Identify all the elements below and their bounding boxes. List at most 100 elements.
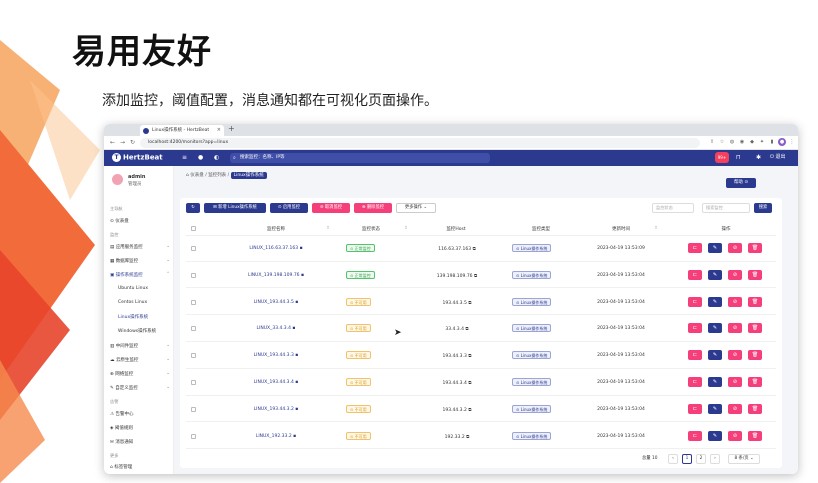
row-checkbox[interactable]: [191, 246, 196, 251]
row-checkbox[interactable]: [191, 353, 196, 359]
row-checkbox[interactable]: [191, 326, 196, 332]
edit-name-icon[interactable]: ▪: [295, 380, 298, 385]
disable-row-button[interactable]: ⊘: [728, 350, 742, 361]
sidebar-item-windows[interactable]: Windows操作系统: [118, 328, 178, 334]
cancel-row-button[interactable]: ⊏: [688, 403, 702, 414]
sidebar-item-app-monitor[interactable]: ▤ 应用服务监控 ⌄: [110, 244, 170, 250]
puzzle-icon[interactable]: ✦: [758, 138, 766, 146]
reload-icon[interactable]: ↻: [130, 139, 135, 146]
lock-icon[interactable]: ⊓: [736, 154, 741, 161]
status-filter-select[interactable]: 监控状态: [652, 203, 694, 213]
delete-row-button[interactable]: 🗑: [748, 377, 762, 387]
sidebar-item-middleware[interactable]: ▥ 中间件监控 ⌄: [110, 343, 170, 349]
logout-button[interactable]: ⏻ 退出: [770, 153, 786, 160]
extension-icon[interactable]: ◆: [748, 138, 756, 146]
page-2-button[interactable]: 2: [696, 454, 706, 464]
settings-gear-icon[interactable]: ✱: [756, 154, 761, 161]
row-checkbox[interactable]: [191, 406, 196, 412]
monitor-name-link[interactable]: LINUX_116.63.37.163 ▪: [226, 246, 326, 251]
cancel-row-button[interactable]: ⊏: [688, 243, 702, 253]
monitor-name-link[interactable]: LINUX_193.44.3.3 ▪: [226, 353, 326, 358]
copy-icon[interactable]: ⧉: [474, 274, 477, 279]
forward-icon[interactable]: →: [120, 139, 125, 146]
delete-row-button[interactable]: 🗑: [748, 403, 762, 414]
copy-icon[interactable]: ⧉: [465, 327, 468, 332]
delete-row-button[interactable]: 🗑: [748, 323, 762, 334]
copy-icon[interactable]: ⧉: [468, 381, 471, 386]
profile-avatar[interactable]: ●: [778, 138, 786, 146]
disable-row-button[interactable]: ⊘: [728, 269, 742, 280]
sidebar-item-db-monitor[interactable]: ▦ 数据库监控 ⌄: [110, 258, 170, 264]
select-all-checkbox[interactable]: [191, 226, 196, 231]
copy-icon[interactable]: ⧉: [468, 408, 471, 413]
monitor-name-link[interactable]: LINUX_33.4.3.4 ▪: [226, 326, 326, 331]
menu-toggle-icon[interactable]: ≡: [182, 154, 187, 161]
row-checkbox[interactable]: [191, 433, 196, 439]
disable-row-button[interactable]: ⊘: [728, 296, 742, 307]
refresh-button[interactable]: ↻: [186, 203, 200, 213]
disable-row-button[interactable]: ⊘: [728, 403, 742, 414]
monitor-name-link[interactable]: LINUX_193.44.3.2 ▪: [226, 407, 326, 412]
sort-icon[interactable]: ⇕: [404, 226, 408, 231]
sidebar-item-threshold[interactable]: ◈ 阈值规则: [110, 425, 170, 431]
wechat-icon[interactable]: ◐: [214, 154, 219, 161]
close-tab-icon[interactable]: ×: [217, 125, 221, 136]
delete-row-button[interactable]: 🗑: [748, 296, 762, 307]
column-header[interactable]: 更新时间: [586, 226, 656, 232]
sidebar-item-dashboard[interactable]: ⊙ 仪表盘: [110, 218, 170, 224]
cancel-row-button[interactable]: ⊏: [688, 350, 702, 361]
row-checkbox[interactable]: [191, 380, 196, 385]
page-1-button[interactable]: 1: [682, 454, 692, 464]
row-checkbox[interactable]: [191, 272, 196, 278]
back-icon[interactable]: ←: [110, 139, 115, 146]
bookmark-star-icon[interactable]: ☆: [718, 138, 726, 146]
sidebar-item-linux[interactable]: Linux操作系统: [118, 314, 178, 320]
sidebar-item-notify[interactable]: ✉ 消息通知: [110, 439, 170, 445]
copy-icon[interactable]: ⧉: [473, 247, 476, 252]
monitor-name-link[interactable]: LINUX_193.44.3.4 ▪: [226, 380, 326, 385]
edit-row-button[interactable]: ✎: [708, 269, 722, 280]
sort-icon[interactable]: ⇕: [654, 226, 658, 231]
url-field[interactable]: localhost:4200/monitors?app=linux: [140, 138, 700, 148]
share-icon[interactable]: ⇪: [708, 138, 716, 146]
edit-row-button[interactable]: ✎: [708, 296, 722, 307]
disable-row-button[interactable]: ⊘: [728, 243, 742, 253]
cancel-row-button[interactable]: ⊏: [688, 377, 702, 387]
breadcrumb-list[interactable]: 监控列表: [208, 173, 226, 178]
new-tab-button[interactable]: +: [228, 124, 235, 133]
delete-row-button[interactable]: 🗑: [748, 269, 762, 280]
cancel-row-button[interactable]: ⊏: [688, 269, 702, 280]
edit-row-button[interactable]: ✎: [708, 377, 722, 387]
edit-name-icon[interactable]: ▪: [295, 353, 298, 358]
sidepanel-icon[interactable]: ▮: [768, 138, 776, 146]
menu-kebab-icon[interactable]: ⋮: [788, 138, 796, 146]
delete-row-button[interactable]: 🗑: [748, 350, 762, 361]
sidebar-item-centos[interactable]: Centos Linux: [118, 300, 178, 305]
delete-row-button[interactable]: 🗑: [748, 430, 762, 441]
sidebar-item-custom[interactable]: ✎ 自定义监控 ⌄: [110, 385, 170, 391]
sidebar-item-os-monitor[interactable]: ▣ 操作系统监控 ⌃: [110, 272, 170, 278]
edit-name-icon[interactable]: ▪: [301, 273, 304, 278]
edit-row-button[interactable]: ✎: [708, 243, 722, 253]
column-header[interactable]: 监控名称: [246, 226, 306, 232]
browser-tab[interactable]: Linux操作系统 - HertzBeat ×: [140, 125, 224, 136]
edit-row-button[interactable]: ✎: [708, 403, 722, 414]
edit-name-icon[interactable]: ▪: [295, 407, 298, 412]
enable-monitor-button[interactable]: ⊙ 启用监控: [270, 203, 308, 213]
cancel-row-button[interactable]: ⊏: [688, 323, 702, 334]
sort-icon[interactable]: ⇕: [326, 226, 330, 231]
edit-name-icon[interactable]: ▪: [293, 434, 296, 439]
sidebar-item-cloud[interactable]: ☁ 云原生监控 ⌄: [110, 357, 170, 363]
disable-row-button[interactable]: ⊘: [728, 430, 742, 441]
notification-badge[interactable]: 99+: [715, 152, 729, 163]
extension-icon[interactable]: ◍: [728, 138, 736, 146]
sidebar-item-alert-center[interactable]: ⚠ 告警中心: [110, 411, 170, 417]
edit-row-button[interactable]: ✎: [708, 350, 722, 361]
cancel-monitor-button[interactable]: ⊘ 取消监控: [312, 203, 350, 213]
copy-icon[interactable]: ⧉: [468, 301, 471, 306]
monitor-name-link[interactable]: LINUX_139.198.109.76 ▪: [226, 273, 326, 278]
cancel-row-button[interactable]: ⊏: [688, 296, 702, 307]
search-button[interactable]: 搜索: [754, 203, 772, 213]
monitor-name-link[interactable]: LINUX_192.33.2 ▪: [226, 434, 326, 439]
sidebar-item-ubuntu[interactable]: Ubuntu Linux: [118, 286, 178, 291]
